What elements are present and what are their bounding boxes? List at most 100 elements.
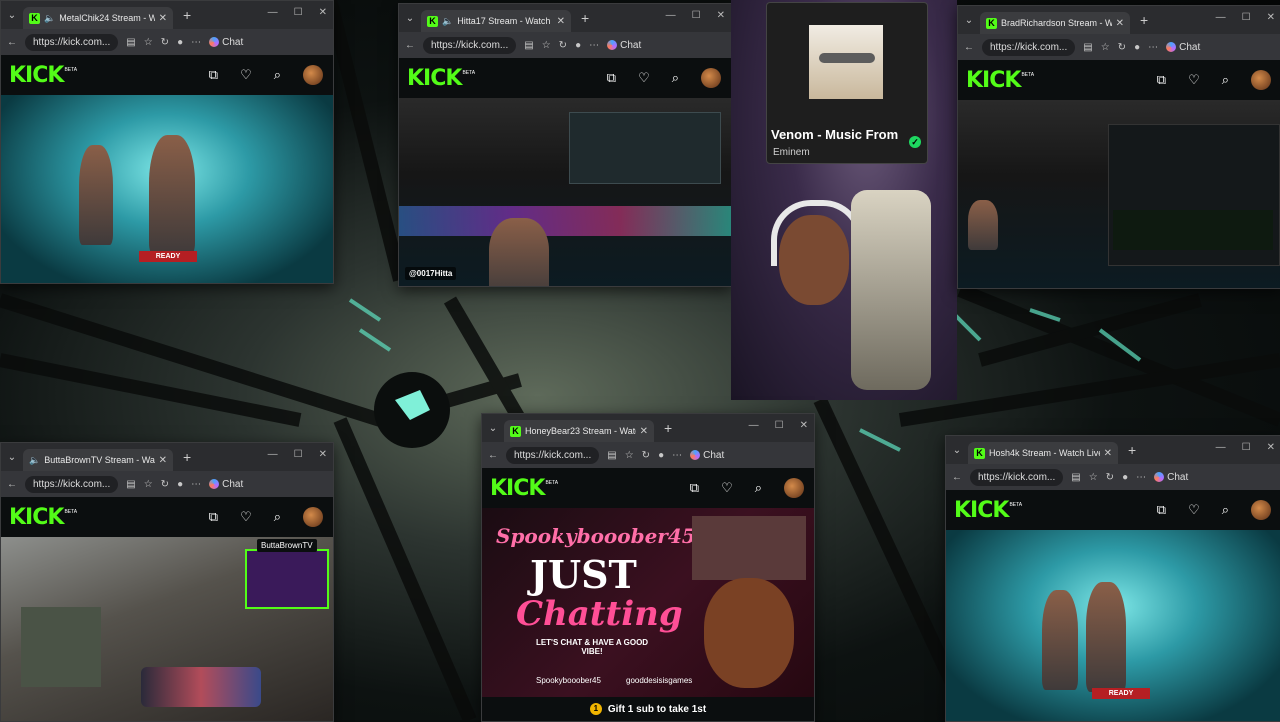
reader-icon[interactable]: ▤ xyxy=(1083,42,1092,53)
maximize-button[interactable]: ☐ xyxy=(775,420,784,431)
heart-icon[interactable]: ♡ xyxy=(240,509,252,525)
back-icon[interactable]: ← xyxy=(405,40,415,51)
new-tab-button[interactable]: + xyxy=(1140,12,1148,28)
more-icon[interactable]: ⋯ xyxy=(1148,42,1158,53)
maximize-button[interactable]: ☐ xyxy=(1242,12,1251,23)
star-icon[interactable]: ☆ xyxy=(542,40,551,51)
star-icon[interactable]: ☆ xyxy=(1089,472,1098,483)
minimize-button[interactable]: — xyxy=(749,420,759,431)
maximize-button[interactable]: ☐ xyxy=(692,10,701,21)
browser-tab[interactable]: K HoneyBear23 Stream - Watch Live ✕ xyxy=(504,420,654,442)
url-field[interactable]: https://kick.com... xyxy=(970,468,1064,486)
copilot-chat-button[interactable]: Chat xyxy=(690,450,724,461)
browser-tab[interactable]: K 🔈 Hitta17 Stream - Watch Live o ✕ xyxy=(421,10,571,32)
heart-icon[interactable]: ♡ xyxy=(638,70,650,86)
browser-window-hitta17[interactable]: ⌄ K 🔈 Hitta17 Stream - Watch Live o ✕ + … xyxy=(398,3,732,287)
heart-icon[interactable]: ♡ xyxy=(1188,502,1200,518)
minimize-button[interactable]: — xyxy=(1216,442,1226,453)
refresh-icon[interactable]: ↻ xyxy=(642,450,650,461)
minimize-button[interactable]: — xyxy=(268,449,278,460)
close-tab-icon[interactable]: ✕ xyxy=(1116,18,1124,29)
speaker-icon[interactable]: 🔈 xyxy=(44,13,55,24)
url-field[interactable]: https://kick.com... xyxy=(506,446,600,464)
heart-icon[interactable]: ♡ xyxy=(1188,72,1200,88)
close-tab-icon[interactable]: ✕ xyxy=(159,13,167,24)
avatar[interactable] xyxy=(1251,500,1271,520)
refresh-icon[interactable]: ↻ xyxy=(1106,472,1114,483)
video-player[interactable]: READY xyxy=(1,95,333,283)
copilot-chat-button[interactable]: Chat xyxy=(209,479,243,490)
more-icon[interactable]: ⋯ xyxy=(191,479,201,490)
clips-icon[interactable]: ⧉ xyxy=(209,67,218,83)
kick-logo[interactable]: KICK xyxy=(407,66,462,91)
chevron-down-icon[interactable]: ⌄ xyxy=(1,452,23,463)
profile-icon[interactable]: ● xyxy=(575,40,581,51)
chevron-down-icon[interactable]: ⌄ xyxy=(482,423,504,434)
kick-logo[interactable]: KICK xyxy=(954,498,1009,523)
gift-bar[interactable]: 1 Gift 1 sub to take 1st xyxy=(482,697,814,721)
profile-icon[interactable]: ● xyxy=(1134,42,1140,53)
new-tab-button[interactable]: + xyxy=(664,420,672,436)
maximize-button[interactable]: ☐ xyxy=(1242,442,1251,453)
browser-tab[interactable]: K 🔈 MetalChik24 Stream - Watch Li ✕ xyxy=(23,7,173,29)
minimize-button[interactable]: — xyxy=(666,10,676,21)
reader-icon[interactable]: ▤ xyxy=(1071,472,1080,483)
kick-logo[interactable]: KICK xyxy=(490,476,545,501)
close-tab-icon[interactable]: ✕ xyxy=(640,426,648,437)
close-window-button[interactable]: ✕ xyxy=(717,10,725,21)
close-tab-icon[interactable]: ✕ xyxy=(1104,448,1112,459)
browser-window-hosh4k[interactable]: ⌄ K Hosh4k Stream - Watch Live on Ki ✕ +… xyxy=(945,435,1280,722)
more-icon[interactable]: ⋯ xyxy=(672,450,682,461)
video-player[interactable]: @0017Hitta xyxy=(399,98,731,286)
more-icon[interactable]: ⋯ xyxy=(1136,472,1146,483)
video-player[interactable]: ButtaBrownTV xyxy=(1,537,333,721)
minimize-button[interactable]: — xyxy=(1216,12,1226,23)
back-icon[interactable]: ← xyxy=(7,479,17,490)
avatar[interactable] xyxy=(701,68,721,88)
close-window-button[interactable]: ✕ xyxy=(800,420,808,431)
browser-window-buttabrowntv[interactable]: ⌄ 🔈 ButtaBrownTV Stream - Watch ✕ + —☐✕ … xyxy=(0,442,334,722)
url-field[interactable]: https://kick.com... xyxy=(25,475,119,493)
video-player[interactable] xyxy=(958,100,1280,288)
close-window-button[interactable]: ✕ xyxy=(1267,12,1275,23)
new-tab-button[interactable]: + xyxy=(183,449,191,465)
more-icon[interactable]: ⋯ xyxy=(191,37,201,48)
search-icon[interactable]: ⌕ xyxy=(1222,72,1229,88)
url-field[interactable]: https://kick.com... xyxy=(982,38,1076,56)
refresh-icon[interactable]: ↻ xyxy=(559,40,567,51)
browser-tab[interactable]: K BradRichardson Stream - Watch Li ✕ xyxy=(980,12,1130,34)
chevron-down-icon[interactable]: ⌄ xyxy=(1,10,23,21)
profile-icon[interactable]: ● xyxy=(658,450,664,461)
reader-icon[interactable]: ▤ xyxy=(126,37,135,48)
maximize-button[interactable]: ☐ xyxy=(294,449,303,460)
kick-logo[interactable]: KICK xyxy=(9,505,64,530)
star-icon[interactable]: ☆ xyxy=(1101,42,1110,53)
profile-icon[interactable]: ● xyxy=(1122,472,1128,483)
back-icon[interactable]: ← xyxy=(952,472,962,483)
maximize-button[interactable]: ☐ xyxy=(294,7,303,18)
close-window-button[interactable]: ✕ xyxy=(319,7,327,18)
clips-icon[interactable]: ⧉ xyxy=(1157,72,1166,88)
refresh-icon[interactable]: ↻ xyxy=(161,479,169,490)
reader-icon[interactable]: ▤ xyxy=(607,450,616,461)
search-icon[interactable]: ⌕ xyxy=(274,509,281,525)
heart-icon[interactable]: ♡ xyxy=(721,480,733,496)
url-field[interactable]: https://kick.com... xyxy=(423,36,517,54)
copilot-chat-button[interactable]: Chat xyxy=(209,37,243,48)
close-window-button[interactable]: ✕ xyxy=(1267,442,1275,453)
heart-icon[interactable]: ♡ xyxy=(240,67,252,83)
chevron-down-icon[interactable]: ⌄ xyxy=(946,445,968,456)
browser-window-metalchik24[interactable]: ⌄ K 🔈 MetalChik24 Stream - Watch Li ✕ + … xyxy=(0,0,334,284)
minimize-button[interactable]: — xyxy=(268,7,278,18)
search-icon[interactable]: ⌕ xyxy=(1222,502,1229,518)
browser-window-bradrichardson[interactable]: ⌄ K BradRichardson Stream - Watch Li ✕ +… xyxy=(957,5,1280,289)
kick-logo[interactable]: KICK xyxy=(966,68,1021,93)
profile-icon[interactable]: ● xyxy=(177,37,183,48)
clips-icon[interactable]: ⧉ xyxy=(209,509,218,525)
close-window-button[interactable]: ✕ xyxy=(319,449,327,460)
profile-icon[interactable]: ● xyxy=(177,479,183,490)
reader-icon[interactable]: ▤ xyxy=(126,479,135,490)
browser-window-honeybear23[interactable]: ⌄ K HoneyBear23 Stream - Watch Live ✕ + … xyxy=(481,413,815,722)
speaker-icon[interactable]: 🔈 xyxy=(442,16,453,27)
new-tab-button[interactable]: + xyxy=(581,10,589,26)
